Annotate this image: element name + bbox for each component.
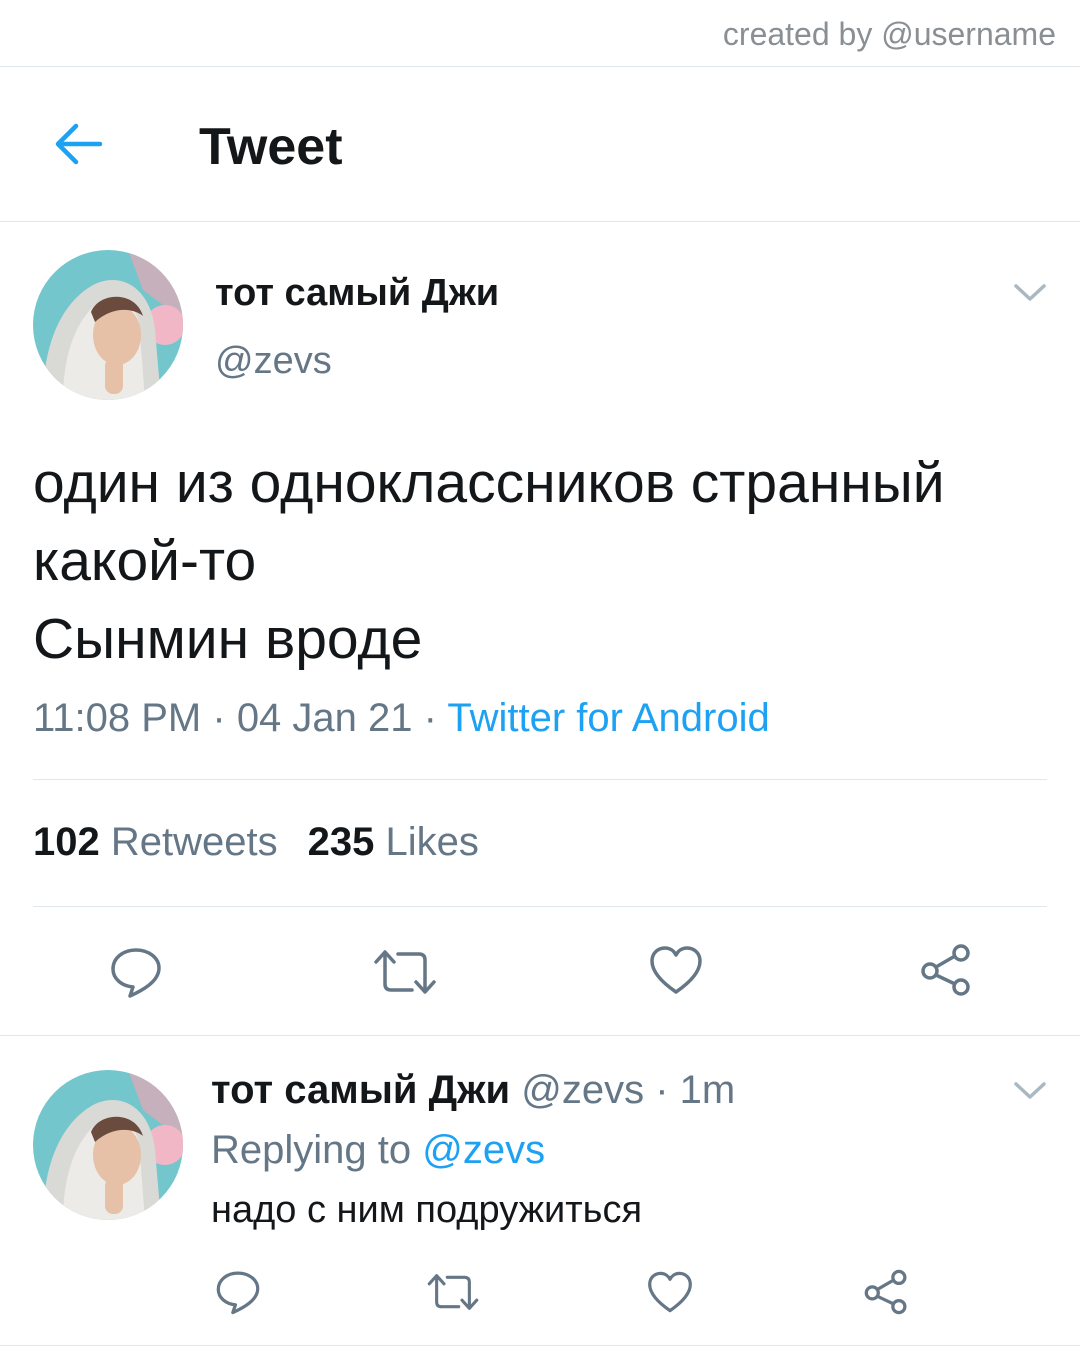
tweet-text-line: какой-то bbox=[33, 529, 257, 593]
meta-separator: · bbox=[423, 696, 448, 740]
reply-author-name[interactable]: тот самый Джи bbox=[211, 1068, 510, 1112]
share-icon bbox=[864, 1269, 907, 1315]
tweet-source-link[interactable]: Twitter for Android bbox=[447, 696, 769, 740]
meta-separator: · bbox=[212, 696, 237, 740]
like-button[interactable] bbox=[648, 944, 704, 996]
likes-label: Likes bbox=[385, 820, 479, 864]
retweet-icon bbox=[374, 950, 436, 994]
reply-author-handle[interactable]: @zevs bbox=[521, 1068, 644, 1112]
avatar-image bbox=[33, 1070, 183, 1220]
tweet-text-line: Сынмин вроде bbox=[33, 607, 423, 671]
avatar-image bbox=[33, 250, 183, 400]
retweets-count: 102 bbox=[33, 820, 100, 864]
tweet-options-button[interactable] bbox=[1012, 280, 1048, 304]
tweet-date: 04 Jan 21 bbox=[236, 696, 413, 740]
reply-tweet[interactable]: тот самый Джи @zevs · 1m Replying to @ze… bbox=[0, 1036, 1080, 1346]
reply-button[interactable] bbox=[108, 944, 164, 1000]
retweet-button[interactable] bbox=[372, 946, 438, 998]
likes-stat[interactable]: 235 Likes bbox=[308, 820, 479, 864]
avatar[interactable] bbox=[33, 250, 183, 400]
tweet-text-line: один из одноклассников странный bbox=[33, 451, 945, 515]
main-tweet: тот самый Джи @zevs один из одноклассник… bbox=[0, 222, 1080, 1036]
retweet-icon bbox=[427, 1274, 479, 1310]
meta-separator: · bbox=[655, 1068, 669, 1112]
divider bbox=[33, 906, 1047, 907]
chevron-down-icon bbox=[1014, 1082, 1046, 1099]
back-button[interactable] bbox=[50, 119, 106, 169]
share-icon bbox=[921, 944, 970, 996]
tweet-text: один из одноклассников странный какой-то… bbox=[33, 444, 1063, 678]
tweet-meta: 11:08 PM · 04 Jan 21 · Twitter for Andro… bbox=[33, 696, 770, 741]
replying-to-mention[interactable]: @zevs bbox=[422, 1128, 545, 1172]
like-icon bbox=[650, 946, 702, 994]
tweet-time: 11:08 PM bbox=[33, 696, 202, 740]
share-button[interactable] bbox=[862, 1268, 910, 1316]
reply-icon bbox=[111, 948, 161, 998]
author-name[interactable]: тот самый Джи bbox=[215, 272, 499, 315]
replying-to: Replying to @zevs bbox=[211, 1128, 545, 1173]
arrow-left-icon bbox=[55, 123, 103, 165]
watermark-bar: created by @username bbox=[0, 0, 1080, 67]
like-icon bbox=[648, 1271, 692, 1313]
reply-age: 1m bbox=[679, 1068, 736, 1112]
retweet-button[interactable] bbox=[426, 1270, 480, 1314]
reply-button[interactable] bbox=[214, 1268, 262, 1316]
avatar[interactable] bbox=[33, 1070, 183, 1220]
replying-to-label: Replying to bbox=[211, 1128, 412, 1172]
watermark-text: created by @username bbox=[722, 16, 1056, 52]
retweets-label: Retweets bbox=[110, 820, 278, 864]
top-bar: Tweet bbox=[0, 67, 1080, 222]
author-handle[interactable]: @zevs bbox=[215, 340, 332, 383]
reply-text: надо с ним подружиться bbox=[211, 1189, 643, 1231]
page-title: Tweet bbox=[199, 118, 343, 176]
share-button[interactable] bbox=[918, 942, 974, 998]
retweets-stat[interactable]: 102 Retweets bbox=[33, 820, 278, 864]
chevron-down-icon bbox=[1014, 284, 1046, 301]
tweet-stats: 102 Retweets 235 Likes bbox=[33, 820, 479, 865]
reply-options-button[interactable] bbox=[1012, 1078, 1048, 1102]
likes-count: 235 bbox=[307, 820, 375, 864]
reply-header: тот самый Джи @zevs · 1m bbox=[211, 1068, 735, 1113]
like-button[interactable] bbox=[646, 1270, 694, 1314]
reply-icon bbox=[216, 1271, 260, 1315]
divider bbox=[33, 779, 1047, 780]
